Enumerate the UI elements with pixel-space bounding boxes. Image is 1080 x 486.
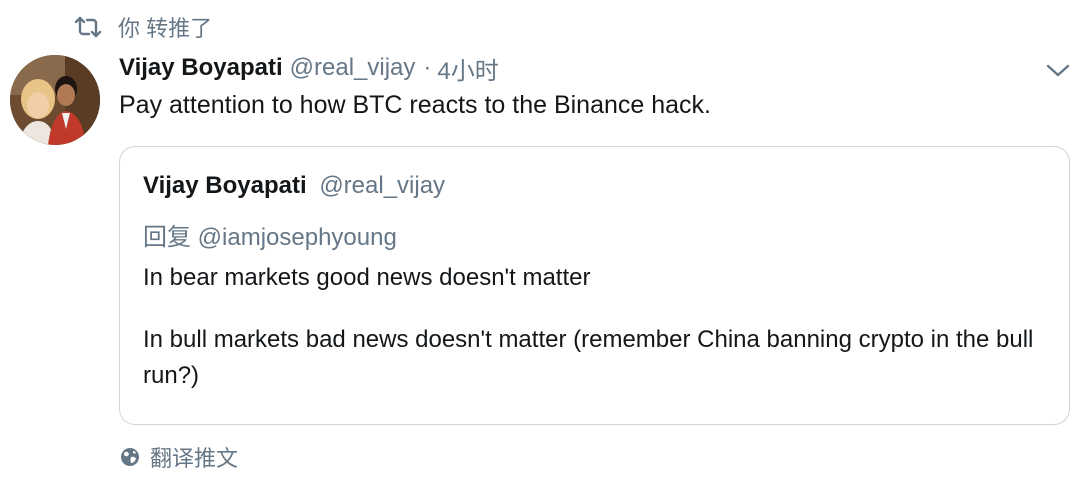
quoted-paragraph-1: In bear markets good news doesn't matter (143, 264, 591, 291)
quoted-tweet-text: In bear markets good news doesn't matter… (143, 260, 1053, 394)
quoted-author-handle: @real_vijay (319, 172, 446, 199)
avatar[interactable] (10, 55, 100, 145)
tweet-text: Pay attention to how BTC reacts to the B… (119, 91, 711, 119)
author-handle[interactable]: @real_vijay (290, 54, 416, 82)
reply-mention-link[interactable]: @iamjosephyoung (198, 224, 397, 251)
chevron-down-icon[interactable] (1044, 58, 1072, 82)
quoted-paragraph-2: In bull markets bad news doesn't matter … (143, 326, 1034, 389)
author-name[interactable]: Vijay Boyapati (119, 54, 283, 82)
retweet-label: 你 转推了 (118, 16, 213, 41)
timestamp[interactable]: 4小时 (437, 51, 498, 86)
reply-prefix: 回复 (143, 224, 191, 251)
quoted-author-name: Vijay Boyapati (143, 172, 307, 199)
tweet-card[interactable]: 你 转推了 Vijay Boyapati @real_vijay · 4小时 P… (0, 0, 1080, 486)
retweet-icon (74, 15, 102, 39)
translate-label: 翻译推文 (150, 446, 239, 471)
quoted-tweet-header: Vijay Boyapati @real_vijay (143, 172, 445, 200)
translate-tweet-button[interactable]: 翻译推文 (120, 442, 238, 472)
globe-icon (120, 447, 140, 467)
retweet-context: 你 转推了 (74, 12, 212, 42)
reply-context: 回复 @iamjosephyoung (143, 217, 397, 252)
tweet-header: Vijay Boyapati @real_vijay · 4小时 (119, 50, 499, 86)
separator-dot: · (423, 54, 432, 81)
quoted-tweet[interactable]: Vijay Boyapati @real_vijay 回复 @iamjoseph… (119, 146, 1070, 425)
